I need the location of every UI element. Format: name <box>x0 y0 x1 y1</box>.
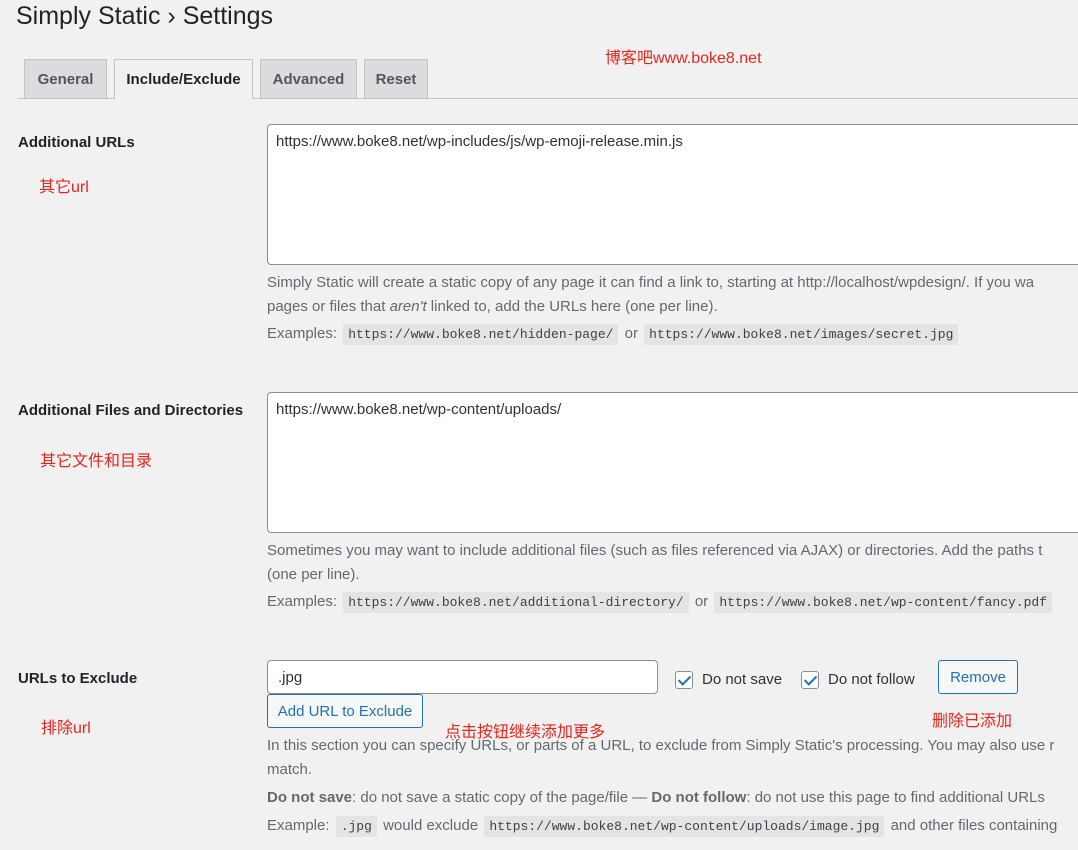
do-not-follow-strong: Do not follow <box>651 789 747 806</box>
tab-advanced[interactable]: Advanced <box>260 59 357 98</box>
example-code-additional-directory: https://www.boke8.net/additional-directo… <box>343 592 689 613</box>
examples-or: or <box>624 325 638 342</box>
examples-label: Examples: <box>267 325 338 342</box>
exclude-example: Example: .jpg would exclude https://www.… <box>267 816 1058 837</box>
urls-to-exclude-label: URLs to Exclude <box>18 670 138 687</box>
additional-urls-note: 其它url <box>39 179 89 196</box>
example-code-secret-jpg: https://www.boke8.net/images/secret.jpg <box>644 324 959 345</box>
do-not-follow-explanation: : do not use this page to find additiona… <box>746 789 1045 806</box>
remove-button[interactable]: Remove <box>938 660 1018 694</box>
additional-files-description: Sometimes you may want to include additi… <box>267 539 1078 587</box>
additional-urls-label: Additional URLs <box>18 134 135 151</box>
additional-urls-textarea[interactable]: https://www.boke8.net/wp-includes/js/wp-… <box>267 124 1078 265</box>
additional-files-examples: Examples: https://www.boke8.net/addition… <box>267 592 1054 613</box>
additional-files-textarea[interactable]: https://www.boke8.net/wp-content/uploads… <box>267 392 1078 533</box>
do-not-save-strong: Do not save <box>267 789 353 806</box>
tab-include-exclude[interactable]: Include/Exclude <box>114 59 253 99</box>
do-not-save-label: Do not save <box>702 671 783 688</box>
example-code-fancy-pdf: https://www.boke8.net/wp-content/fancy.p… <box>714 592 1053 613</box>
example-label: Example: <box>267 817 330 834</box>
page-title: Simply Static › Settings <box>16 2 274 30</box>
urls-to-exclude-note: 排除url <box>41 720 91 737</box>
do-not-follow-checkbox[interactable] <box>801 671 819 689</box>
do-not-save-checkbox[interactable] <box>675 671 693 689</box>
example-code-hidden-page: https://www.boke8.net/hidden-page/ <box>343 324 619 345</box>
do-not-follow-label: Do not follow <box>828 671 915 688</box>
example-code-jpg: .jpg <box>335 816 377 837</box>
tab-general[interactable]: General <box>24 59 107 98</box>
exclude-options-explanation: Do not save: do not save a static copy o… <box>267 789 1045 806</box>
additional-files-label: Additional Files and Directories <box>18 402 244 419</box>
additional-urls-examples: Examples: https://www.boke8.net/hidden-p… <box>267 324 960 345</box>
additional-files-desc-line1: Sometimes you may want to include additi… <box>267 542 1043 559</box>
exclude-desc-line1: In this section you can specify URLs, or… <box>267 737 1055 754</box>
examples-label: Examples: <box>267 593 338 610</box>
additional-files-note: 其它文件和目录 <box>40 453 153 470</box>
example-tail-text: and other files containing <box>886 817 1058 834</box>
examples-or: or <box>694 593 709 610</box>
additional-urls-desc-line1: Simply Static will create a static copy … <box>267 274 1035 291</box>
do-not-save-explanation: : do not save a static copy of the page/… <box>352 789 652 806</box>
watermark-text: 博客吧www.boke8.net <box>605 50 762 67</box>
example-mid-text: would exclude <box>378 817 483 834</box>
remove-note: 删除已添加 <box>932 713 1013 730</box>
exclude-desc-line2: match. <box>267 761 313 778</box>
add-url-to-exclude-button[interactable]: Add URL to Exclude <box>267 694 423 728</box>
example-code-image-jpg: https://www.boke8.net/wp-content/uploads… <box>484 816 885 837</box>
tab-reset[interactable]: Reset <box>364 59 428 98</box>
additional-urls-description: Simply Static will create a static copy … <box>267 271 1078 319</box>
additional-files-desc-line2: (one per line). <box>267 566 360 583</box>
exclude-url-input[interactable] <box>267 660 658 694</box>
additional-urls-desc-line2: pages or files that aren't linked to, ad… <box>267 298 718 315</box>
urls-to-exclude-description: In this section you can specify URLs, or… <box>267 734 1078 782</box>
